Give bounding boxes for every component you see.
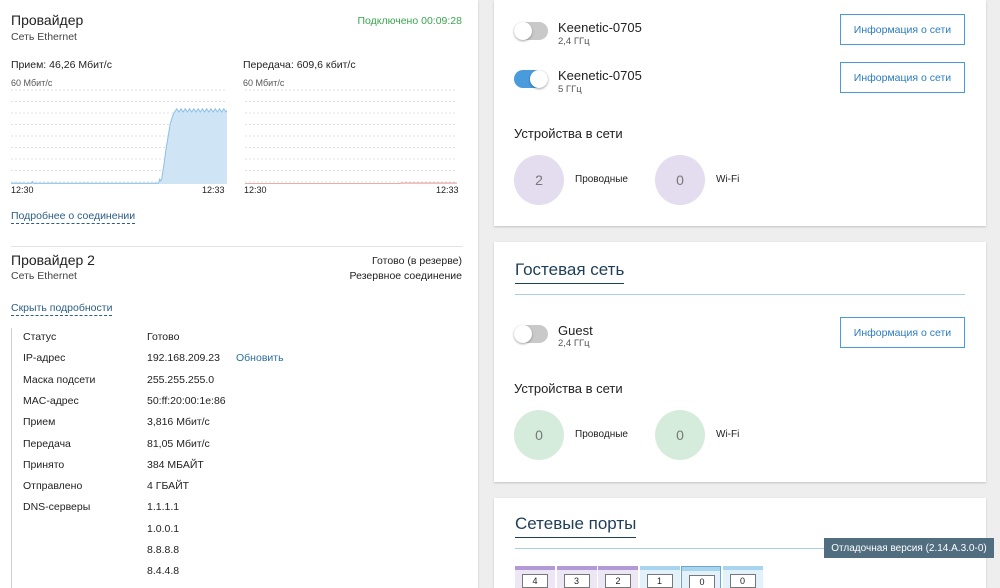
wifi-5-name: Keenetic-0705 <box>558 68 642 83</box>
provider2-status-sub: Резервное соединение <box>349 270 462 282</box>
detail-label: IP-адрес <box>23 352 66 365</box>
port-number: 4 <box>522 574 548 588</box>
detail-value: 4 ГБАЙТ <box>147 480 190 493</box>
detail-value: 1.0.0.1 <box>147 522 180 535</box>
rx-max-label: 60 Мбит/с <box>11 78 53 88</box>
guest-name: Guest <box>558 323 593 338</box>
tx-chart <box>245 89 457 184</box>
guest-title[interactable]: Гостевая сеть <box>515 260 625 284</box>
provider2-subtitle: Сеть Ethernet <box>11 270 77 282</box>
provider-title: Провайдер <box>11 12 84 28</box>
debug-version-tooltip: Отладочная версия (2.14.A.3.0-0) <box>824 538 994 558</box>
network-port[interactable]: 3 <box>556 566 597 588</box>
detail-value: Готово <box>147 331 180 343</box>
guest-band: 2,4 ГГц <box>558 338 590 349</box>
toggle-knob <box>514 22 532 40</box>
guest-wifi-count-circle[interactable]: 0 <box>655 410 705 460</box>
port-number: 2 <box>605 574 631 588</box>
network-port[interactable]: 2 <box>598 566 638 588</box>
tx-tick-end: 12:33 <box>436 185 459 195</box>
detail-value: 3,816 Мбит/с <box>147 416 210 429</box>
wifi-5-info-button[interactable]: Информация о сети <box>840 62 965 93</box>
hide-details-link[interactable]: Скрыть подробности <box>11 302 113 316</box>
guest-toggle[interactable] <box>514 325 548 343</box>
detail-label: DNS-серверы <box>23 501 91 514</box>
guest-info-button[interactable]: Информация о сети <box>840 317 965 348</box>
port-indicator <box>639 566 680 570</box>
detail-label: Отправлено <box>23 480 83 493</box>
guest-wifi-label: Wi-Fi <box>716 429 740 440</box>
port-indicator <box>722 566 763 570</box>
wifi-24-name: Keenetic-0705 <box>558 20 642 35</box>
detail-label: Статус <box>23 331 57 343</box>
port-number: 0 <box>729 574 756 588</box>
wifi-24-info-button[interactable]: Информация о сети <box>840 14 965 45</box>
tx-tick-start: 12:30 <box>244 185 267 195</box>
provider2-status: Готово (в резерве) <box>372 255 462 267</box>
toggle-knob <box>530 70 548 88</box>
port-number: 0 <box>689 575 715 588</box>
guest-wired-count-circle[interactable]: 0 <box>514 410 564 460</box>
port-indicator <box>515 566 555 570</box>
detail-label: MAC-адрес <box>23 394 79 407</box>
devices-title: Устройства в сети <box>514 126 623 141</box>
guest-wired-label: Проводные <box>575 429 628 440</box>
tx-max-label: 60 Мбит/с <box>243 78 285 88</box>
detail-value: 8.4.4.8 <box>147 565 180 578</box>
wifi-card: Keenetic-0705 2,4 ГГц Информация о сети … <box>494 0 986 226</box>
detail-label: Принято <box>23 458 65 471</box>
wifi-count-circle[interactable]: 0 <box>655 155 705 205</box>
tx-label: Передача: 609,6 кбит/с <box>243 59 356 71</box>
port-indicator <box>556 566 597 570</box>
port-indicator <box>682 567 720 571</box>
port-indicator <box>598 566 638 570</box>
port-number: 1 <box>646 574 673 588</box>
guest-network-card: Гостевая сеть Guest 2,4 ГГц Информация о… <box>494 242 986 482</box>
detail-value: 1.1.1.1 <box>147 501 180 514</box>
wifi-24-toggle[interactable] <box>514 22 548 40</box>
rx-tick-end: 12:33 <box>202 185 225 195</box>
series-area <box>11 108 227 184</box>
network-port[interactable]: 1 <box>639 566 680 588</box>
provider-subtitle: Сеть Ethernet <box>11 31 77 43</box>
provider2-title: Провайдер 2 <box>11 252 95 268</box>
rx-chart <box>11 89 227 184</box>
wifi-5-toggle[interactable] <box>514 70 548 88</box>
detail-value: 8.8.8.8 <box>147 544 180 556</box>
divider <box>11 246 463 247</box>
connection-details-link[interactable]: Подробнее о соединении <box>11 210 136 224</box>
connection-status: Подключено 00:09:28 <box>357 15 462 27</box>
detail-value: 192.168.209.23 <box>147 352 220 365</box>
guest-devices-title: Устройства в сети <box>514 381 623 396</box>
network-port[interactable]: 4 <box>515 566 555 588</box>
internet-card: Провайдер Сеть Ethernet Подключено 00:09… <box>0 0 478 588</box>
detail-label: Передача <box>23 437 71 450</box>
ports-title[interactable]: Сетевые порты <box>515 514 637 538</box>
detail-label: Прием <box>23 416 56 429</box>
network-port[interactable]: 0 <box>722 566 763 588</box>
network-port[interactable]: 0 <box>681 566 721 588</box>
title-underline <box>515 294 965 295</box>
details-border <box>11 328 12 588</box>
wifi-5-band: 5 ГГц <box>558 84 582 95</box>
wifi-label: Wi-Fi <box>716 174 740 185</box>
detail-value: 50:ff:20:00:1e:86 <box>147 394 226 407</box>
detail-value: 384 МБАЙТ <box>147 458 204 471</box>
detail-value: 81,05 Мбит/с <box>147 437 210 450</box>
wifi-24-band: 2,4 ГГц <box>558 36 590 47</box>
toggle-knob <box>514 325 532 343</box>
wired-label: Проводные <box>575 174 628 185</box>
rx-tick-start: 12:30 <box>11 185 34 195</box>
rx-label: Прием: 46,26 Мбит/с <box>11 59 112 71</box>
detail-label: Маска подсети <box>23 373 96 386</box>
port-number: 3 <box>563 574 590 588</box>
refresh-ip-link[interactable]: Обновить <box>236 352 284 364</box>
detail-value: 255.255.255.0 <box>147 373 215 386</box>
wired-count-circle[interactable]: 2 <box>514 155 564 205</box>
